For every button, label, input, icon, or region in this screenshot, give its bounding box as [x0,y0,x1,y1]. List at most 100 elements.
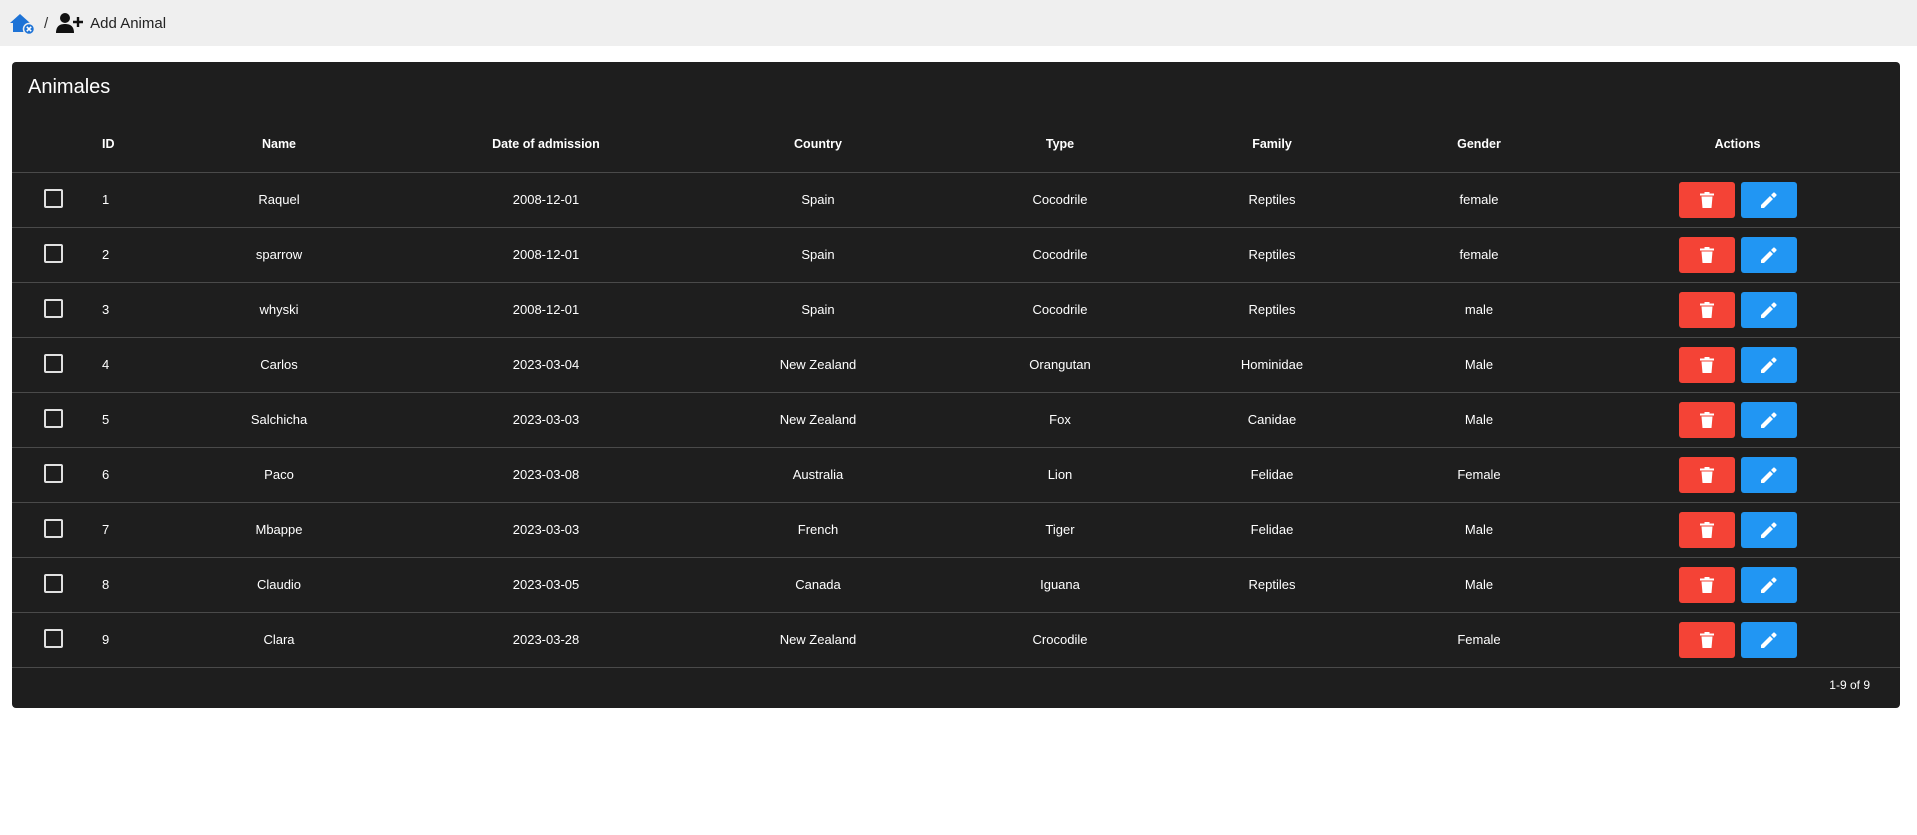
table-row: 3 whyski 2008-12-01 Spain Cocodrile Reptiles m… [12,282,1900,337]
cell-id: 8 [102,577,110,592]
row-checkbox[interactable] [43,463,63,483]
card-title: Animales [28,76,111,98]
row-actions [1575,227,1900,282]
cell-date: 2023-03-08 [512,467,580,482]
table-row: 4 Carlos 2023-03-04 New Zealand Orangutan Hom… [12,337,1900,392]
row-actions [1575,392,1900,447]
cell-family: Reptiles [1248,302,1296,317]
delete-button[interactable] [1678,456,1735,493]
header-type[interactable]: Type [959,116,1161,173]
cell-id: 4 [102,357,110,372]
animals-table: ID Name Date of admission Country Type F… [12,116,1900,668]
table-row: 6 Paco 2023-03-08 Australia Lion Felidae Femal… [12,447,1900,502]
cell-name: Paco [264,467,294,482]
pencil-icon [1760,576,1777,593]
cell-gender: Male [1464,522,1494,537]
row-select-cell [12,227,84,282]
trash-icon [1699,191,1714,208]
header-date[interactable]: Date of admission [415,116,677,173]
edit-button[interactable] [1740,566,1797,603]
delete-button[interactable] [1678,236,1735,273]
delete-button[interactable] [1678,291,1735,328]
home-icon[interactable] [8,11,36,35]
cell-type: Fox [1049,412,1071,427]
cell-type: Cocodrile [1032,247,1088,262]
breadcrumb-add-animal-label: Add Animal [90,14,167,32]
header-id[interactable]: ID [84,116,143,173]
row-checkbox[interactable] [43,518,63,538]
header-country[interactable]: Country [677,116,959,173]
cell-name: Salchicha [250,412,308,427]
row-checkbox[interactable] [43,353,63,373]
cell-country: Spain [801,247,835,262]
table-header-row: ID Name Date of admission Country Type F… [12,116,1900,173]
pencil-icon [1760,411,1777,428]
cell-type: Crocodile [1032,632,1088,647]
breadcrumb-bar: / Add Animal [0,0,1917,46]
header-gender[interactable]: Gender [1383,116,1575,173]
cell-family: Hominidae [1240,357,1304,372]
cell-family: Reptiles [1248,577,1296,592]
row-actions [1575,337,1900,392]
cell-id: 6 [102,467,110,482]
row-checkbox[interactable] [43,188,63,208]
row-select-cell [12,337,84,392]
breadcrumb-home[interactable] [8,11,36,35]
breadcrumb-separator: / [44,14,49,32]
cell-country: French [797,522,839,537]
row-actions [1575,612,1900,667]
cell-type: Cocodrile [1032,302,1088,317]
cell-name: Claudio [256,577,302,592]
breadcrumb-add-animal[interactable]: Add Animal [56,12,166,34]
row-actions [1575,502,1900,557]
cell-type: Iguana [1040,577,1080,592]
edit-button[interactable] [1740,621,1797,658]
edit-button[interactable] [1740,511,1797,548]
header-actions: Actions [1575,116,1900,173]
cell-id: 1 [102,192,110,207]
cell-family: Canidae [1247,412,1297,427]
delete-button[interactable] [1678,401,1735,438]
cell-type: Cocodrile [1032,192,1088,207]
row-select-cell [12,447,84,502]
cell-country: Spain [801,302,835,317]
edit-button[interactable] [1740,401,1797,438]
cell-country: New Zealand [779,412,857,427]
cell-country: Canada [795,577,841,592]
row-checkbox[interactable] [43,628,63,648]
animals-table-card: Animales ID Name Date of admission Count… [12,62,1900,708]
row-select-cell [12,612,84,667]
row-checkbox[interactable] [43,573,63,593]
delete-button[interactable] [1678,511,1735,548]
cell-gender: Male [1464,577,1494,592]
edit-button[interactable] [1740,181,1797,218]
header-family[interactable]: Family [1161,116,1383,173]
trash-icon [1699,301,1714,318]
cell-gender: Female [1457,467,1501,482]
cell-family: Reptiles [1248,247,1296,262]
trash-icon [1699,631,1714,648]
delete-button[interactable] [1678,181,1735,218]
row-checkbox[interactable] [43,298,63,318]
delete-button[interactable] [1678,621,1735,658]
table-row: 2 sparrow 2008-12-01 Spain Cocodrile Reptiles… [12,227,1900,282]
trash-icon [1699,246,1714,263]
edit-button[interactable] [1740,236,1797,273]
add-user-icon [56,13,84,33]
cell-date: 2008-12-01 [512,247,580,262]
cell-gender: Male [1464,357,1494,372]
edit-button[interactable] [1740,456,1797,493]
header-select [12,116,84,173]
row-checkbox[interactable] [43,408,63,428]
edit-button[interactable] [1740,291,1797,328]
table-row: 7 Mbappe 2023-03-03 French Tiger Felidae Male [12,502,1900,557]
cell-name: Carlos [260,357,298,372]
row-select-cell [12,282,84,337]
cell-family: Felidae [1250,522,1294,537]
delete-button[interactable] [1678,346,1735,383]
pencil-icon [1760,301,1777,318]
edit-button[interactable] [1740,346,1797,383]
delete-button[interactable] [1678,566,1735,603]
header-name[interactable]: Name [143,116,415,173]
row-checkbox[interactable] [43,243,63,263]
